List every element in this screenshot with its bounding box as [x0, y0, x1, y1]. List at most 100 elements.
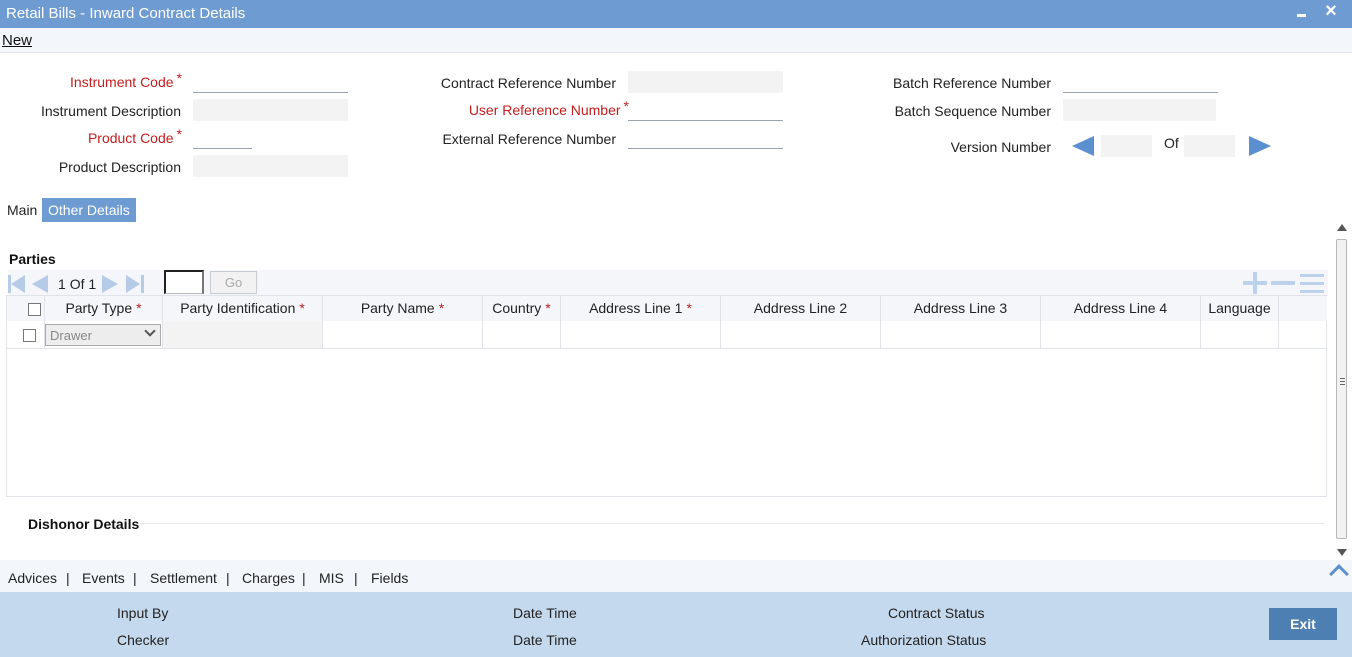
go-button[interactable]: Go — [210, 271, 257, 294]
user-reference-number-label-text: User Reference Number — [468, 102, 621, 118]
version-total-field — [1184, 135, 1235, 157]
batch-sequence-number-field — [1063, 99, 1216, 121]
scroll-down-icon[interactable] — [1337, 549, 1347, 556]
select-all-checkbox[interactable] — [28, 303, 41, 316]
tab-other-details[interactable]: Other Details — [42, 198, 136, 222]
instrument-code-label-text: Instrument Code — [70, 74, 174, 90]
input-date-time-label: Date Time — [513, 605, 577, 621]
party-type-select[interactable]: Drawer — [45, 324, 161, 346]
fields-link[interactable]: Fields — [371, 570, 408, 586]
contract-reference-number-field — [628, 71, 783, 93]
address-line-2-cell[interactable] — [721, 321, 881, 349]
batch-reference-number-input[interactable] — [1063, 71, 1218, 93]
minimize-icon[interactable] — [1294, 2, 1310, 24]
scroll-thumb[interactable] — [1336, 239, 1347, 539]
single-view-icon-line1 — [1300, 274, 1324, 277]
party-name-cell[interactable] — [323, 321, 483, 349]
user-reference-number-label: User Reference Number * — [468, 98, 629, 118]
product-code-input[interactable] — [193, 127, 252, 149]
authorization-status-label: Authorization Status — [861, 632, 987, 648]
page-number-input[interactable] — [164, 270, 204, 294]
settlement-link[interactable]: Settlement — [150, 570, 217, 586]
single-view-icon-line3 — [1300, 290, 1324, 293]
address-line-3-cell[interactable] — [881, 321, 1041, 349]
single-view-icon-line2 — [1300, 282, 1324, 285]
chevron-down-icon — [144, 325, 156, 337]
product-description-label: Product Description — [58, 159, 181, 175]
instrument-description-label: Instrument Description — [40, 103, 181, 119]
parties-pager: 1 Of 1 Go — [8, 270, 1328, 296]
instrument-code-input[interactable] — [193, 71, 348, 93]
page-total: 1 — [88, 276, 97, 292]
advices-link[interactable]: Advices — [8, 570, 57, 586]
party-type-value: Drawer — [50, 328, 92, 343]
column-header-address-line-4: Address Line 4 — [1041, 296, 1201, 321]
user-reference-number-input[interactable] — [628, 99, 783, 121]
version-number-label: Version Number — [950, 139, 1051, 155]
dishonor-divider — [140, 523, 1324, 524]
column-header-party-name: Party Name * — [323, 296, 483, 321]
column-header-label: Party Type — [65, 300, 133, 316]
required-mark: * — [545, 300, 551, 316]
new-menu-link[interactable]: New — [2, 32, 32, 49]
dishonor-details-title: Dishonor Details — [28, 516, 140, 532]
row-checkbox[interactable] — [23, 329, 36, 342]
page-current: 1 — [58, 276, 66, 292]
column-header-party-type: Party Type * — [45, 296, 163, 321]
instrument-description-field — [193, 99, 348, 121]
select-all-header — [7, 296, 45, 321]
collapse-up-icon[interactable] — [1328, 562, 1348, 578]
last-page-icon[interactable] — [126, 275, 140, 293]
link-separator: | — [354, 570, 358, 586]
checker-label: Checker — [117, 632, 170, 648]
column-header-label: Party Identification — [180, 300, 296, 316]
instrument-code-label: Instrument Code * — [70, 70, 182, 90]
required-mark: * — [136, 300, 142, 316]
menu-bar: New — [0, 28, 1352, 53]
address-line-1-cell[interactable] — [561, 321, 721, 349]
product-code-label-text: Product Code — [87, 130, 174, 146]
link-separator: | — [226, 570, 230, 586]
close-icon[interactable]: × — [1322, 0, 1340, 23]
row-spacer-cell — [1279, 321, 1327, 349]
column-header-label: Country — [492, 300, 542, 316]
previous-version-icon[interactable] — [1072, 136, 1094, 156]
tab-main[interactable]: Main — [1, 198, 43, 222]
add-row-icon-v — [1253, 272, 1257, 294]
scroll-grip-icon — [1340, 378, 1345, 379]
vertical-scrollbar[interactable] — [1334, 222, 1350, 558]
charges-link[interactable]: Charges — [242, 570, 295, 586]
delete-row-icon[interactable] — [1271, 281, 1295, 285]
column-header-label: Party Name — [360, 300, 435, 316]
batch-sequence-number-label: Batch Sequence Number — [894, 103, 1051, 119]
country-cell[interactable] — [483, 321, 561, 349]
language-cell[interactable] — [1201, 321, 1279, 349]
page-of-label: Of — [69, 276, 85, 292]
external-reference-number-input[interactable] — [628, 127, 783, 149]
scroll-up-icon[interactable] — [1337, 224, 1347, 231]
bottom-link-bar: Advices | Events | Settlement | Charges … — [0, 560, 1352, 592]
events-link[interactable]: Events — [82, 570, 125, 586]
product-code-label: Product Code * — [87, 126, 182, 146]
batch-reference-number-label: Batch Reference Number — [893, 75, 1051, 91]
parties-section-title: Parties — [9, 251, 56, 267]
previous-page-icon[interactable] — [32, 275, 48, 293]
next-version-icon[interactable] — [1249, 136, 1271, 156]
column-header-label: Address Line 1 — [589, 300, 683, 316]
next-page-icon[interactable] — [102, 275, 118, 293]
audit-footer: Input By Checker Date Time Date Time Con… — [0, 592, 1352, 657]
product-description-field — [193, 155, 348, 177]
party-identification-cell[interactable] — [163, 321, 323, 349]
contract-status-label: Contract Status — [888, 605, 985, 621]
required-mark: * — [176, 126, 182, 142]
mis-link[interactable]: MIS — [319, 570, 344, 586]
parties-grid: Party Type * Party Identification * Party … — [6, 295, 1327, 497]
column-header-party-identification: Party Identification * — [163, 296, 323, 321]
required-mark: * — [438, 300, 445, 316]
exit-button[interactable]: Exit — [1269, 608, 1337, 640]
address-line-4-cell[interactable] — [1041, 321, 1201, 349]
first-page-icon[interactable] — [11, 275, 25, 293]
column-header-language: Language — [1201, 296, 1279, 321]
external-reference-number-label: External Reference Number — [442, 131, 616, 147]
input-by-label: Input By — [117, 605, 169, 621]
